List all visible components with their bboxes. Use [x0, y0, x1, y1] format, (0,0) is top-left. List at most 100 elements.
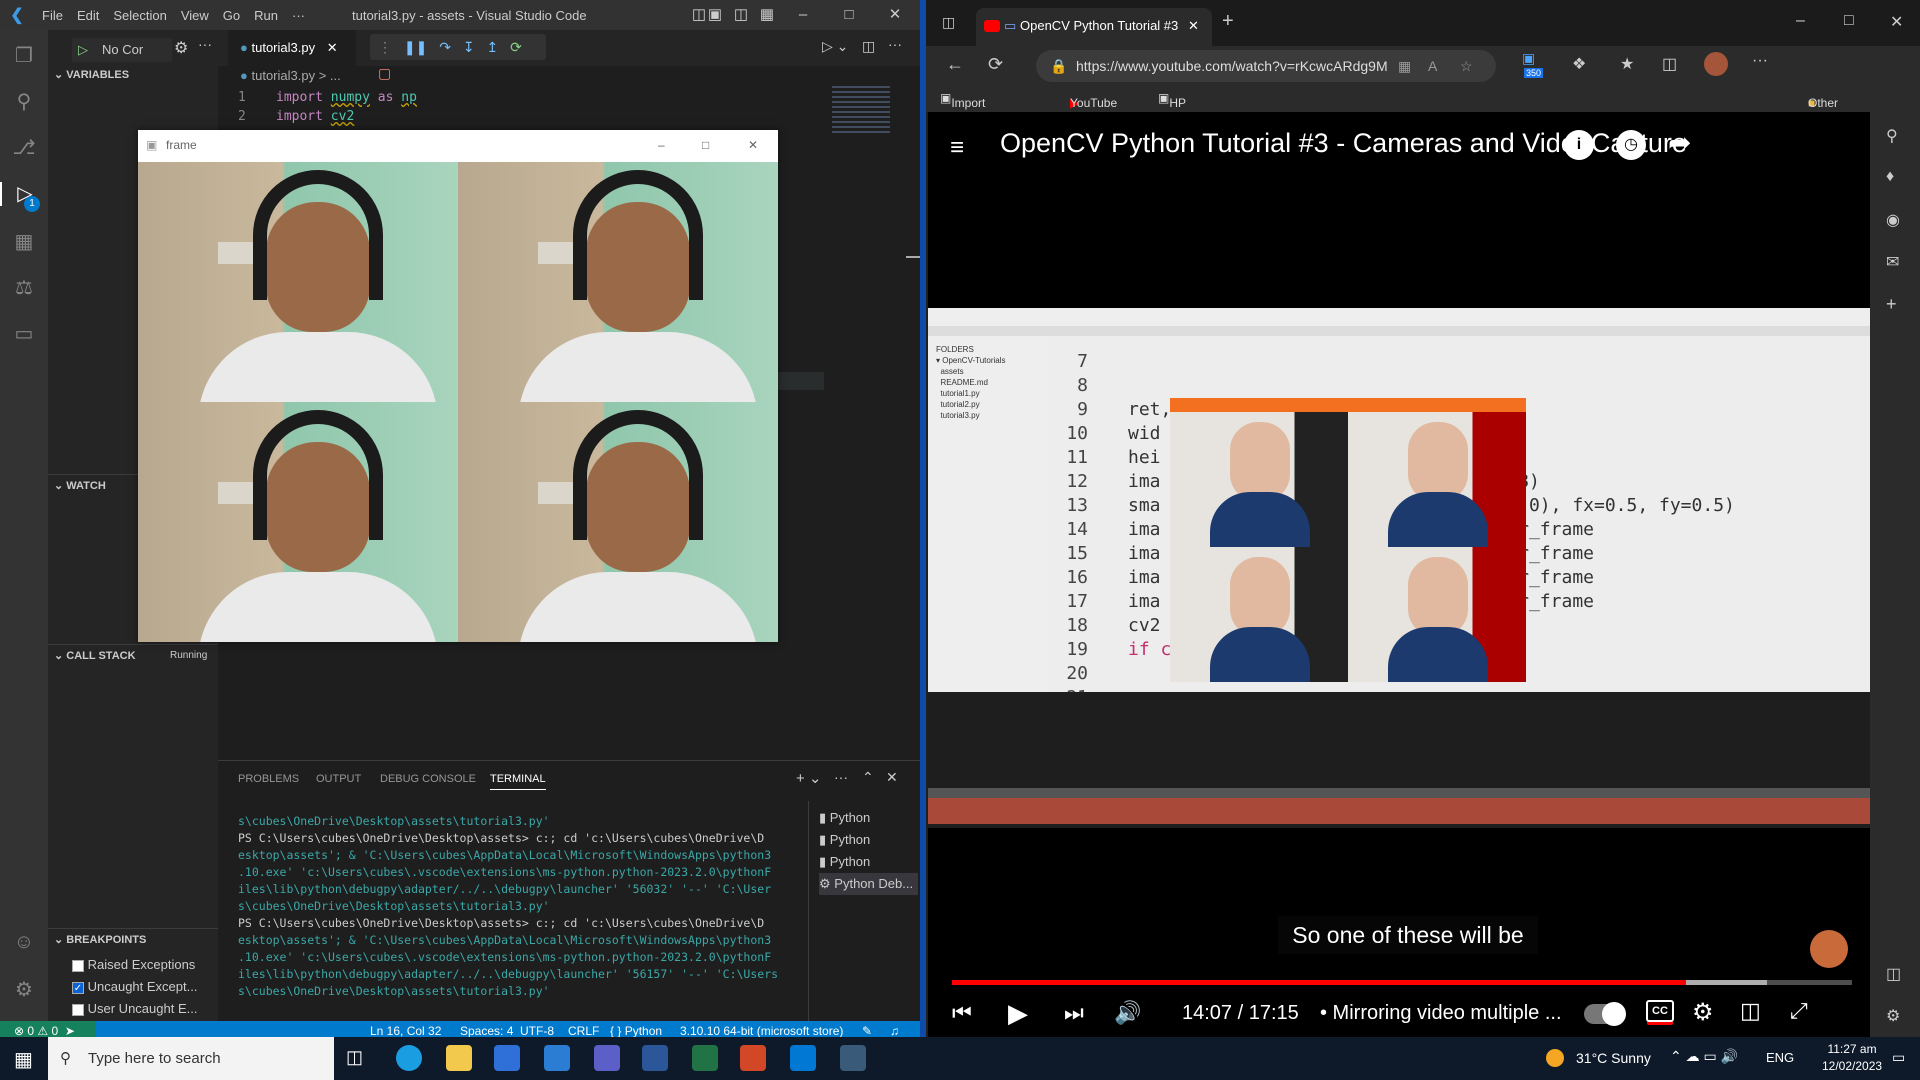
drag-handle-icon[interactable]: ⋮ — [378, 39, 392, 55]
new-terminal-icon[interactable]: + ⌄ — [796, 769, 822, 787]
frame-title-bar[interactable]: ▣ frame – □ ✕ — [138, 130, 778, 160]
terminal-item[interactable]: ▮ Python — [819, 807, 918, 829]
manage-gear-icon[interactable]: ⚙ — [12, 978, 36, 1002]
settings-gear-icon[interactable]: ⚙ — [1692, 998, 1714, 1027]
indentation[interactable]: Spaces: 4 — [460, 1024, 513, 1038]
refresh-icon[interactable]: ⟳ — [988, 54, 1003, 75]
watch-later-clock-icon[interactable]: ◷ — [1616, 130, 1646, 160]
info-icon[interactable]: i — [1564, 130, 1594, 160]
debug-config-select[interactable]: ▷ No Cor — [72, 38, 172, 62]
breakpoint-item[interactable]: ✓ Uncaught Except... — [72, 976, 197, 998]
previous-icon[interactable]: ⏮ — [952, 1000, 972, 1026]
autoplay-toggle[interactable] — [1584, 1002, 1626, 1026]
favorite-star-icon[interactable]: ☆ — [1460, 50, 1473, 82]
settings-more-icon[interactable]: ··· — [1752, 52, 1768, 70]
encoding[interactable]: UTF-8 — [520, 1024, 554, 1038]
browser-close-button[interactable]: ✕ — [1890, 12, 1903, 32]
tab-output[interactable]: OUTPUT — [316, 773, 361, 785]
extension-icon[interactable]: ▣ 350 — [1522, 50, 1550, 80]
channel-watermark[interactable] — [1810, 930, 1848, 968]
editor-tab-tutorial3[interactable]: ● tutorial3.py ✕ — [228, 30, 356, 66]
browser-tab-youtube[interactable]: ▭ OpenCV Python Tutorial #3 ✕ — [976, 8, 1212, 46]
python-app-icon[interactable] — [840, 1045, 866, 1071]
chapter-title[interactable]: • Mirroring video multiple ... — [1320, 1002, 1562, 1025]
cursor-position[interactable]: Ln 16, Col 32 — [370, 1024, 441, 1038]
sidebar-search-icon[interactable]: ⚲ — [1886, 126, 1898, 146]
extensions-puzzle-icon[interactable]: ❖ — [1572, 54, 1586, 74]
taskbar-search-box[interactable]: ⚲ Type here to search — [48, 1037, 334, 1080]
explorer-icon[interactable]: ❐ — [12, 44, 36, 68]
source-control-icon[interactable]: ⎇ — [12, 136, 36, 160]
minimap[interactable] — [832, 86, 890, 136]
breadcrumb-file[interactable]: tutorial3.py — [251, 68, 315, 83]
clock[interactable]: 11:27 am 12/02/2023 — [1822, 1041, 1882, 1075]
menu-go[interactable]: Go — [223, 8, 240, 23]
language-indicator[interactable]: ENG — [1766, 1050, 1794, 1065]
exit-fullscreen-icon[interactable]: ⤢ — [1790, 998, 1808, 1024]
excel-icon[interactable] — [692, 1045, 718, 1071]
tab-close-icon[interactable]: ✕ — [1188, 8, 1199, 44]
collections-icon[interactable]: ◫ — [1662, 54, 1677, 74]
favorite-hp[interactable]: ▣ HP Pavilion dv4-21... — [1158, 91, 1211, 152]
cast-icon[interactable]: ◫ — [1740, 998, 1761, 1024]
captions-icon[interactable]: CC — [1646, 1000, 1674, 1022]
panel-more-icon[interactable]: ··· — [834, 769, 848, 785]
tab-actions-icon[interactable]: ◫ — [942, 14, 955, 31]
progress-bar[interactable] — [952, 980, 1852, 985]
terminal-item[interactable]: ▮ Python — [819, 829, 918, 851]
pause-icon[interactable]: ❚❚ — [404, 39, 427, 55]
menu-run[interactable]: Run — [254, 8, 278, 23]
close-button[interactable]: ✕ — [872, 0, 918, 30]
maximize-button[interactable]: □ — [826, 0, 872, 30]
tab-close-icon[interactable]: ✕ — [327, 40, 338, 55]
mail-icon[interactable] — [544, 1045, 570, 1071]
maximize-panel-icon[interactable]: ⌃ — [862, 769, 874, 786]
read-aloud-icon[interactable]: A — [1428, 50, 1437, 82]
task-view-icon[interactable]: ◫ — [346, 1047, 363, 1068]
sidebar-add-icon[interactable]: + — [1886, 294, 1897, 315]
file-explorer-icon[interactable] — [446, 1045, 472, 1071]
account-icon[interactable]: ☺ — [12, 930, 36, 954]
menu-selection[interactable]: Selection — [113, 8, 166, 23]
breakpoints-section-header[interactable]: ⌄ BREAKPOINTS — [48, 928, 218, 950]
terminal-output[interactable]: s\cubes\OneDrive\Desktop\assets\tutorial… — [238, 813, 798, 1000]
favorite-import[interactable]: ▣ Import favorites — [940, 91, 997, 124]
sidebar-tools-icon[interactable]: ♦ — [1886, 168, 1894, 186]
browser-minimize-button[interactable]: – — [1796, 12, 1805, 30]
scrollbar-marker[interactable] — [906, 256, 920, 258]
problems-indicator[interactable]: ⊗ 0 ⚠ 0 ➤ — [14, 1024, 75, 1038]
weather-sun-icon[interactable] — [1546, 1049, 1564, 1067]
checkbox-icon[interactable] — [72, 1003, 84, 1016]
search-icon[interactable]: ⚲ — [12, 90, 36, 114]
play-icon[interactable]: ▶ — [1008, 998, 1028, 1029]
new-tab-icon[interactable]: + — [1222, 10, 1234, 33]
favorites-icon[interactable]: ★ — [1620, 54, 1634, 74]
breadcrumb-symbol[interactable]: ... — [330, 68, 341, 83]
tab-terminal[interactable]: TERMINAL — [490, 773, 546, 790]
code-lines[interactable]: 1 import numpy as np 2 import cv2 — [238, 88, 417, 126]
customize-layout-icon[interactable]: ▦ — [752, 0, 782, 30]
next-icon[interactable]: ⏭ — [1064, 1000, 1084, 1026]
feedback-icon[interactable]: ✎ — [862, 1024, 872, 1038]
restart-icon[interactable]: ⟳ — [510, 39, 522, 55]
stop-icon[interactable]: ▢ — [378, 65, 391, 81]
testing-icon[interactable]: ⚖ — [12, 276, 36, 300]
app-available-icon[interactable]: ▦ — [1398, 50, 1411, 82]
call-stack-section-header[interactable]: ⌄ CALL STACK Running — [48, 644, 218, 666]
close-panel-icon[interactable]: ✕ — [886, 769, 898, 786]
weather-text[interactable]: 31°C Sunny — [1576, 1050, 1651, 1066]
edge-taskbar-icon[interactable] — [396, 1045, 422, 1071]
frame-maximize-button[interactable]: □ — [702, 130, 709, 160]
step-over-icon[interactable]: ↷ — [439, 39, 451, 55]
tab-debug-console[interactable]: DEBUG CONSOLE — [380, 773, 476, 785]
step-out-icon[interactable]: ↥ — [487, 39, 499, 55]
menu-view[interactable]: View — [181, 8, 209, 23]
youtube-player[interactable]: ≡ OpenCV Python Tutorial #3 - Cameras an… — [928, 112, 1872, 1037]
opencv-frame-window[interactable]: ▣ frame – □ ✕ — [138, 130, 778, 642]
menu-hamburger-icon[interactable]: ≡ — [950, 134, 964, 162]
browser-maximize-button[interactable]: □ — [1844, 12, 1854, 30]
share-arrow-icon[interactable]: ➦ — [1668, 126, 1691, 159]
windows-start-icon[interactable]: ▦ — [14, 1047, 33, 1072]
frame-minimize-button[interactable]: – — [658, 130, 665, 160]
line-ending[interactable]: CRLF — [568, 1024, 599, 1038]
